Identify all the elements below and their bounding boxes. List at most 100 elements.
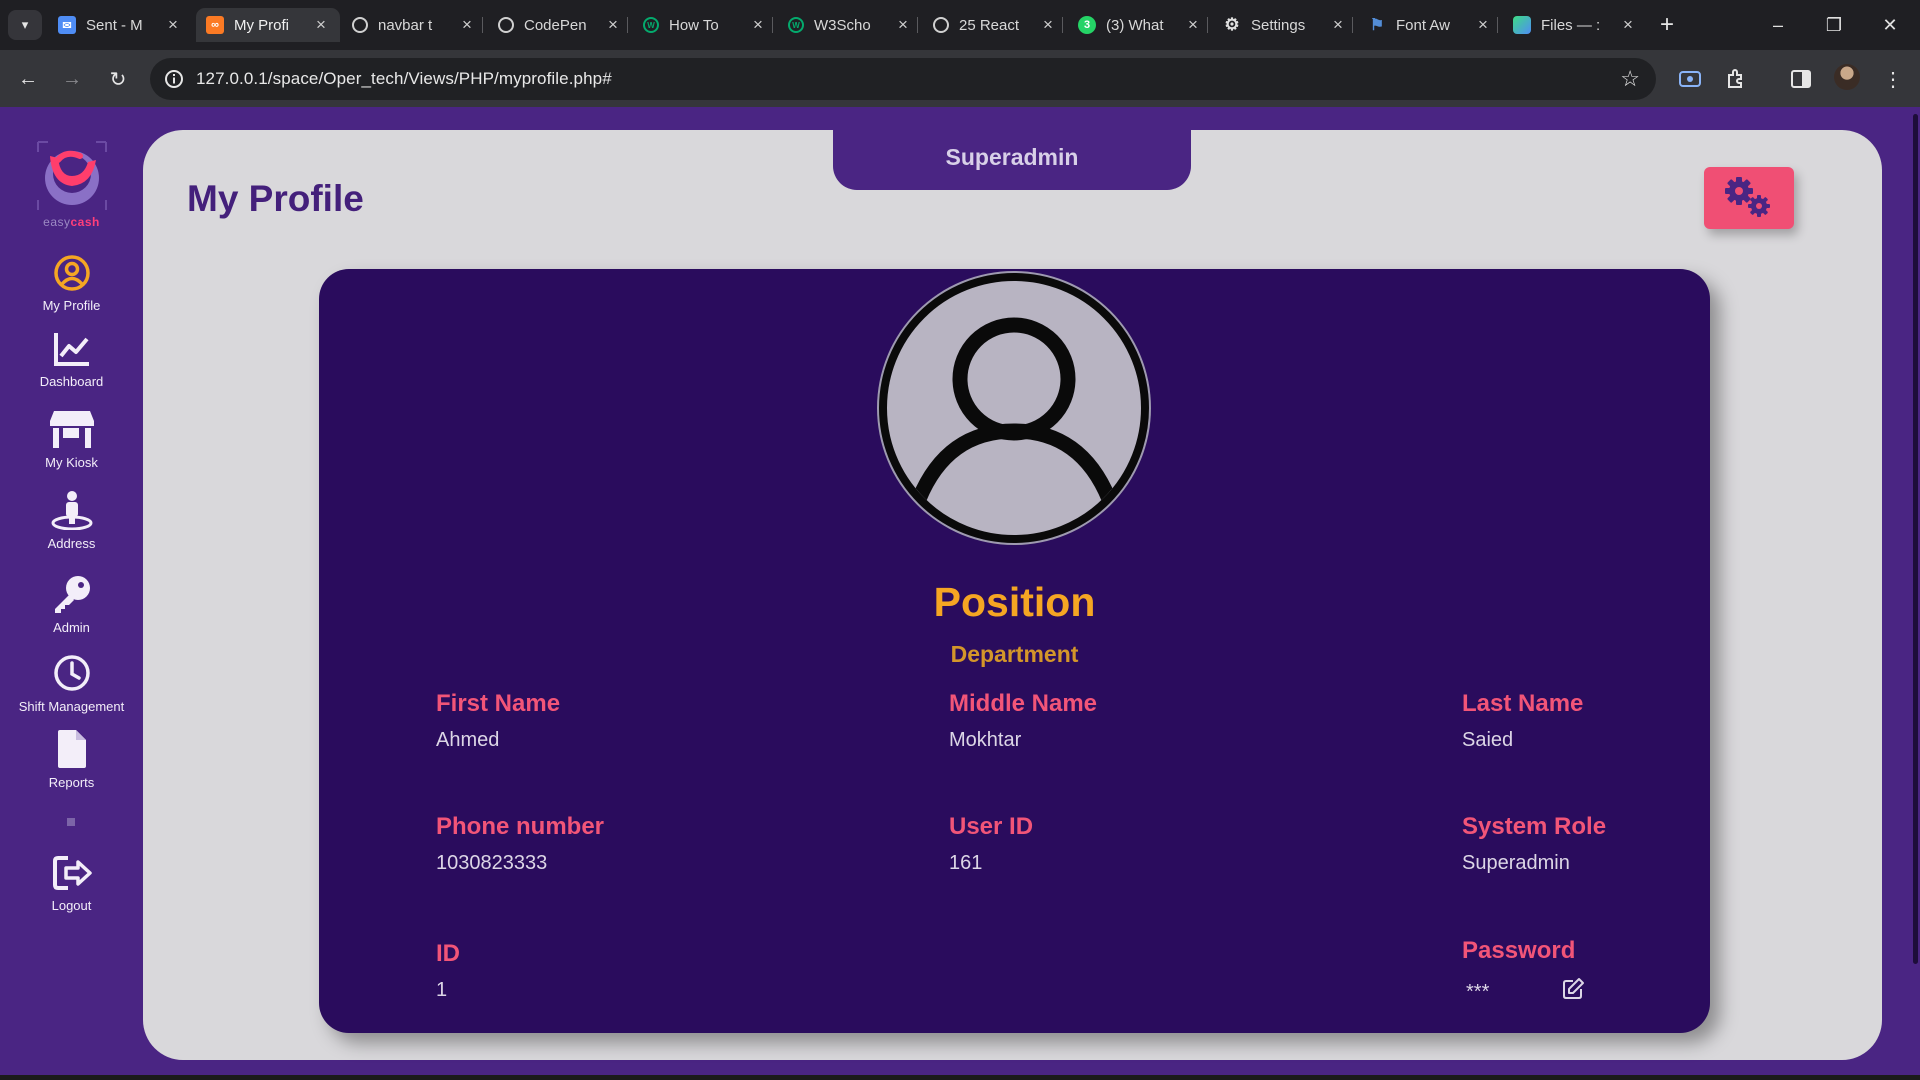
field-value: 1 bbox=[436, 979, 448, 1001]
role-tab: Superadmin bbox=[833, 128, 1191, 190]
gears-icon bbox=[1725, 177, 1770, 217]
sidebar-item-shift-management[interactable]: Shift Management bbox=[0, 653, 143, 714]
tab-title: Font Aw bbox=[1396, 16, 1450, 34]
settings-button[interactable] bbox=[1704, 167, 1794, 229]
browser-tab-w3schools[interactable]: W W3Scho × bbox=[778, 8, 922, 42]
browser-tab-settings[interactable]: ⚙ Settings × bbox=[1213, 8, 1357, 42]
sidebar-item-reports[interactable]: Reports bbox=[0, 729, 143, 790]
codepen-icon bbox=[352, 17, 368, 33]
chart-line-icon bbox=[53, 333, 89, 366]
screen-capture-icon[interactable] bbox=[1677, 66, 1703, 92]
files-icon bbox=[1513, 16, 1531, 34]
field-value: Superadmin bbox=[1462, 852, 1570, 874]
tab-separator bbox=[1062, 17, 1063, 33]
url-text: 127.0.0.1/space/Oper_tech/Views/PHP/mypr… bbox=[196, 69, 612, 88]
browser-tab-files[interactable]: Files — : × bbox=[1503, 8, 1647, 42]
file-icon bbox=[57, 730, 86, 768]
browser-tab-font-awesome[interactable]: ⚑ Font Aw × bbox=[1358, 8, 1502, 42]
minimize-button[interactable]: – bbox=[1750, 8, 1806, 42]
close-icon[interactable]: × bbox=[1039, 15, 1057, 35]
browser-tab-25-react[interactable]: 25 React × bbox=[923, 8, 1067, 42]
browser-profile-avatar[interactable] bbox=[1834, 64, 1860, 90]
restore-button[interactable]: ❐ bbox=[1806, 8, 1862, 42]
browser-tab-how-to[interactable]: W How To × bbox=[633, 8, 777, 42]
user-id-field: User ID 161 bbox=[949, 813, 1033, 875]
info-icon[interactable] bbox=[164, 69, 184, 89]
tab-title: 25 React bbox=[959, 16, 1020, 34]
browser-toolbar: ← → ↻ 127.0.0.1/space/Oper_tech/Views/PH… bbox=[0, 50, 1920, 107]
browser-tab-sent[interactable]: ✉ Sent - M × bbox=[48, 8, 192, 42]
tab-search-button[interactable]: ▾ bbox=[8, 10, 42, 40]
sidebar-item-label: Address bbox=[47, 536, 96, 551]
close-icon[interactable]: × bbox=[1184, 15, 1202, 35]
system-role-field: System Role Superadmin bbox=[1462, 813, 1606, 875]
browser-tab-codepen[interactable]: CodePen × bbox=[488, 8, 632, 42]
gear-icon: ⚙ bbox=[1224, 15, 1240, 34]
sidebar-item-label: Shift Management bbox=[18, 699, 125, 714]
address-bar[interactable]: 127.0.0.1/space/Oper_tech/Views/PHP/mypr… bbox=[150, 58, 1656, 100]
field-value: *** bbox=[1466, 981, 1490, 1003]
sidebar-item-my-profile[interactable]: My Profile bbox=[0, 254, 143, 313]
close-icon[interactable]: × bbox=[458, 15, 476, 35]
close-icon[interactable]: × bbox=[1329, 15, 1347, 35]
browser-tab-navbar[interactable]: navbar t × bbox=[342, 8, 486, 42]
tab-title: Files — : bbox=[1541, 16, 1601, 34]
field-value: Mokhtar bbox=[949, 729, 1022, 751]
sidebar-item-label: My Kiosk bbox=[45, 455, 98, 470]
browser-tab-strip: ▾ ✉ Sent - M × ∞ My Profi × navbar t × C… bbox=[0, 0, 1920, 50]
field-label: Phone number bbox=[436, 813, 605, 840]
close-icon[interactable]: × bbox=[1474, 15, 1492, 35]
brand-name: easycash bbox=[0, 215, 143, 229]
brand-cash: cash bbox=[70, 215, 100, 229]
close-icon[interactable]: × bbox=[894, 15, 912, 35]
forward-button[interactable]: → bbox=[56, 63, 88, 95]
close-icon[interactable]: × bbox=[164, 15, 182, 35]
w3schools-icon: W bbox=[643, 17, 659, 33]
mail-icon: ✉ bbox=[58, 16, 76, 34]
field-label: User ID bbox=[949, 813, 1034, 840]
profile-avatar bbox=[879, 273, 1149, 543]
close-icon[interactable]: × bbox=[604, 15, 622, 35]
reload-button[interactable]: ↻ bbox=[102, 63, 134, 95]
key-icon bbox=[54, 576, 90, 613]
tab-title: navbar t bbox=[378, 16, 433, 34]
bookmark-star-icon[interactable]: ☆ bbox=[1620, 66, 1640, 92]
close-icon[interactable]: × bbox=[749, 15, 767, 35]
new-tab-button[interactable]: + bbox=[1652, 10, 1682, 40]
tab-title: CodePen bbox=[524, 16, 587, 34]
tab-separator bbox=[1207, 17, 1208, 33]
back-button[interactable]: ← bbox=[12, 63, 44, 95]
scrollbar-thumb[interactable] bbox=[1913, 114, 1918, 964]
tab-title: W3Scho bbox=[814, 16, 871, 34]
browser-tab-whatsapp[interactable]: 3 (3) What × bbox=[1068, 8, 1212, 42]
close-icon[interactable]: × bbox=[1619, 15, 1637, 35]
clock-icon bbox=[53, 655, 90, 691]
store-icon bbox=[49, 411, 94, 448]
codepen-icon bbox=[933, 17, 949, 33]
extensions-icon[interactable] bbox=[1723, 66, 1749, 92]
sidebar-item-label: Logout bbox=[51, 898, 92, 913]
browser-tab-my-profile[interactable]: ∞ My Profi × bbox=[196, 8, 340, 42]
sidebar-item-admin[interactable]: Admin bbox=[0, 574, 143, 635]
close-icon[interactable]: × bbox=[312, 15, 330, 35]
side-panel-icon[interactable] bbox=[1788, 66, 1814, 92]
sidebar-item-label: Reports bbox=[48, 775, 95, 790]
window-close-button[interactable]: ✕ bbox=[1862, 8, 1918, 42]
tab-title: (3) What bbox=[1106, 16, 1164, 34]
last-name-field: Last Name Saied bbox=[1462, 690, 1583, 752]
sidebar-item-my-kiosk[interactable]: My Kiosk bbox=[0, 409, 143, 470]
sidebar-item-address[interactable]: Address bbox=[0, 490, 143, 551]
page-title: My Profile bbox=[187, 178, 364, 219]
edit-icon[interactable] bbox=[1561, 977, 1585, 1001]
flag-icon: ⚑ bbox=[1369, 17, 1385, 34]
position-title: Position bbox=[933, 579, 1096, 625]
sidebar-item-dashboard[interactable]: Dashboard bbox=[0, 330, 143, 389]
w3schools-icon: W bbox=[788, 17, 804, 33]
sidebar-item-logout[interactable]: Logout bbox=[0, 854, 143, 913]
menu-icon[interactable]: ⋮ bbox=[1880, 66, 1906, 92]
tab-title: Sent - M bbox=[86, 16, 143, 34]
first-name-field: First Name Ahmed bbox=[436, 690, 560, 752]
street-view-icon bbox=[51, 491, 92, 530]
field-value: 161 bbox=[949, 852, 983, 874]
field-label: Password bbox=[1462, 937, 1576, 964]
